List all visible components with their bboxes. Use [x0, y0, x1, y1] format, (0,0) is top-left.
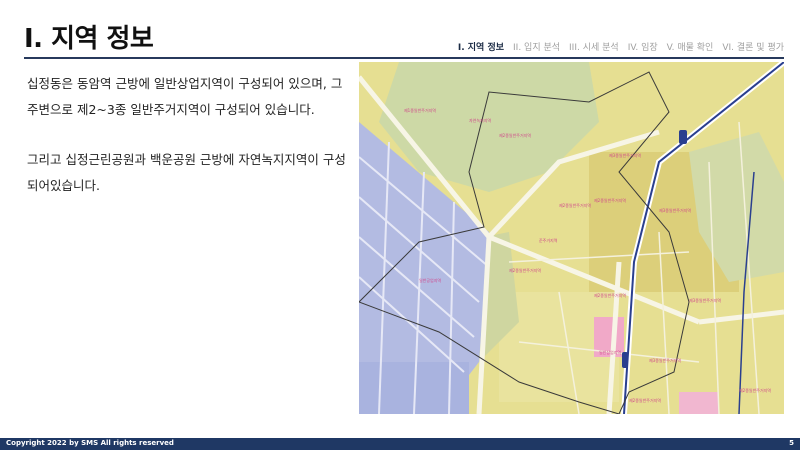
nav-item-region-info[interactable]: I. 지역 정보 [458, 40, 504, 53]
title-divider [24, 57, 784, 59]
map-label: 제2종일반주거지역 [509, 267, 541, 273]
map-label: 제1종일반주거지역 [404, 107, 436, 113]
footer-bar: Copyright 2022 by SMS All rights reserve… [0, 438, 800, 450]
map-label: 제3종일반주거지역 [609, 152, 641, 158]
paragraph-zoning-commercial: 십정동은 동암역 근방에 일반상업지역이 구성되어 있으며, 그 주변으로 제2… [27, 76, 343, 117]
paragraph-zoning-green: 그리고 십정근린공원과 백운공원 근방에 자연녹지지역이 구성되어있습니다. [27, 152, 346, 193]
description-text: 십정동은 동암역 근방에 일반상업지역이 구성되어 있으며, 그 주변으로 제2… [27, 71, 355, 223]
nav-item-listing-check[interactable]: V. 매물 확인 [667, 40, 714, 53]
nav-item-site-visit[interactable]: IV. 임장 [628, 40, 658, 53]
nav-item-location-analysis[interactable]: II. 입지 분석 [513, 40, 560, 53]
map-label: 제2종일반주거지역 [594, 292, 626, 298]
page-number: 5 [789, 439, 794, 447]
section-nav: I. 지역 정보 II. 입지 분석 III. 시세 분석 IV. 임장 V. … [458, 40, 784, 53]
map-label: 제2종일반주거지역 [499, 132, 531, 138]
map-label: 제2종일반주거지역 [559, 202, 591, 208]
map-label: 준주거지역 [539, 237, 558, 243]
zoning-map: 제1종일반주거지역 자연녹지지역 제2종일반주거지역 제3종일반주거지역 제2종… [359, 62, 784, 414]
zoning-map-graphic: 제1종일반주거지역 자연녹지지역 제2종일반주거지역 제3종일반주거지역 제2종… [359, 62, 784, 414]
station-icon [679, 130, 687, 144]
map-label: 제3종일반주거지역 [689, 297, 721, 303]
map-zone-commercial-south [679, 392, 719, 414]
map-label: 제3종일반주거지역 [649, 357, 681, 363]
map-label: 일반공업지역 [419, 277, 441, 283]
map-label: 일반상업지역 [599, 349, 621, 355]
map-label: 제2종일반주거지역 [629, 397, 661, 403]
map-label: 제2종일반주거지역 [594, 197, 626, 203]
map-label: 자연녹지지역 [469, 117, 491, 123]
nav-item-price-analysis[interactable]: III. 시세 분석 [569, 40, 619, 53]
map-label: 제2종일반주거지역 [739, 387, 771, 393]
copyright-text: Copyright 2022 by SMS All rights reserve… [6, 439, 174, 447]
station-icon-south [622, 352, 628, 368]
map-label: 제3종일반주거지역 [659, 207, 691, 213]
nav-item-conclusion[interactable]: VI. 결론 및 평가 [722, 40, 784, 53]
page-title: I. 지역 정보 [24, 24, 154, 54]
